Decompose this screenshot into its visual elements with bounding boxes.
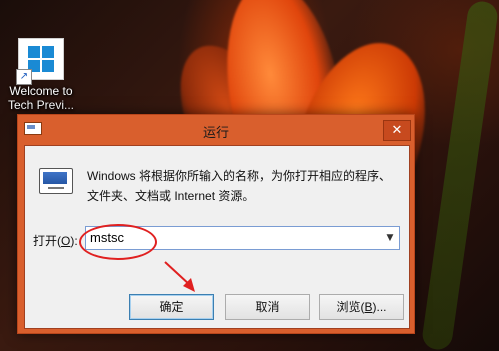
- cancel-button[interactable]: 取消: [225, 294, 310, 320]
- close-button[interactable]: ✕: [383, 120, 411, 141]
- dialog-description: Windows 将根据你所输入的名称，为你打开相应的程序、文件夹、文档或 Int…: [87, 169, 392, 203]
- wallpaper-stem: [420, 0, 499, 351]
- dialog-title: 运行: [202, 126, 229, 141]
- shortcut-arrow-icon: ↗: [16, 69, 32, 85]
- dialog-body: Windows 将根据你所输入的名称，为你打开相应的程序、文件夹、文档或 Int…: [24, 145, 410, 329]
- run-dialog: 运行 ✕ Windows 将根据你所输入的名称，为你打开相应的程序、文件夹、文档…: [17, 114, 415, 334]
- annotation-circle: [79, 224, 157, 260]
- desktop-icon-label: Tech Previ...: [7, 98, 75, 112]
- close-icon: ✕: [391, 123, 403, 138]
- ok-button[interactable]: 确定: [129, 294, 214, 320]
- desktop-icon-welcome[interactable]: ↗ Welcome to Tech Previ...: [3, 38, 79, 112]
- chevron-down-icon[interactable]: ▼: [381, 227, 399, 249]
- open-label: 打开(O):: [33, 234, 78, 248]
- browse-button[interactable]: 浏览(B)...: [319, 294, 404, 320]
- windows-logo-tile: ↗: [16, 38, 64, 85]
- desktop-icon-label: Welcome to: [9, 84, 73, 98]
- title-bar[interactable]: 运行 ✕: [18, 115, 414, 145]
- run-app-icon: [39, 168, 73, 194]
